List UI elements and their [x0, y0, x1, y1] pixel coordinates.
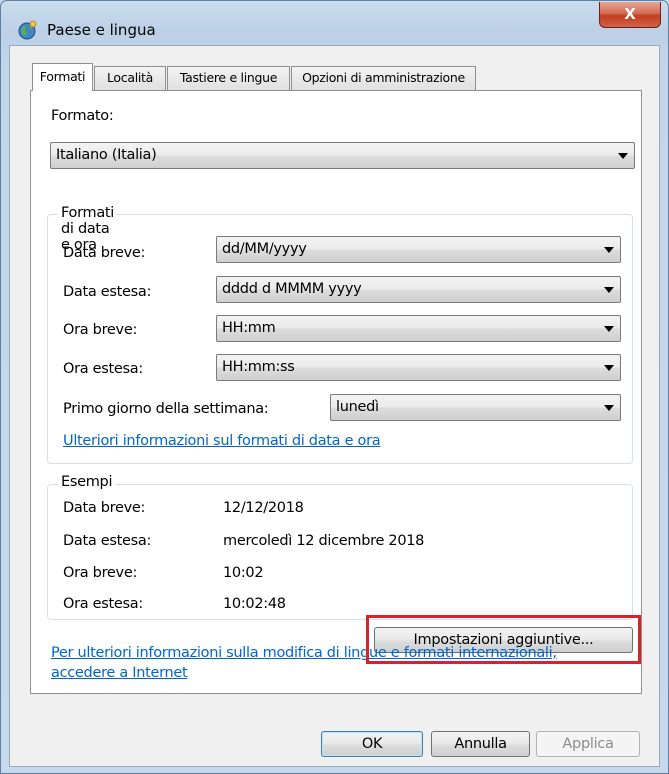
chevron-down-icon: [604, 247, 614, 253]
globe-icon: [18, 20, 37, 40]
example-long-date-value: mercoledì 12 dicembre 2018: [223, 533, 425, 549]
example-short-date-label: Data breve:: [63, 500, 146, 516]
chevron-down-icon: [604, 326, 614, 332]
title-bar[interactable]: Paese e lingua X: [1, 1, 668, 45]
examples-group-title: Esempi: [58, 474, 116, 490]
long-time-label: Ora estesa:: [63, 361, 143, 377]
apply-button[interactable]: Applica: [536, 731, 640, 757]
format-label: Formato:: [51, 108, 114, 124]
window-title: Paese e lingua: [47, 21, 156, 39]
short-time-dropdown[interactable]: HH:mm: [216, 315, 621, 342]
datetime-info-link[interactable]: Ulteriori informazioni sul formati di da…: [63, 433, 381, 449]
format-dropdown[interactable]: Italiano (Italia): [50, 142, 635, 169]
internet-info-link-line2[interactable]: accedere a Internet: [51, 665, 188, 681]
short-date-label: Data breve:: [63, 245, 146, 261]
format-value: Italiano (Italia): [56, 147, 157, 163]
chevron-down-icon: [604, 365, 614, 371]
example-long-date-label: Data estesa:: [63, 533, 152, 549]
tab-formati[interactable]: Formati: [32, 63, 93, 91]
tab-localita[interactable]: Località: [94, 66, 166, 90]
tab-opzioni-di-amministrazione[interactable]: Opzioni di amministrazione: [291, 66, 476, 90]
short-date-value: dd/MM/yyyy: [222, 241, 307, 257]
example-short-time-label: Ora breve:: [63, 565, 138, 581]
long-time-value: HH:mm:ss: [222, 359, 295, 375]
highlight-box: [366, 615, 641, 664]
ok-button[interactable]: OK: [321, 731, 423, 757]
example-long-time-value: 10:02:48: [223, 596, 286, 612]
chevron-down-icon: [604, 405, 614, 411]
short-time-label: Ora breve:: [63, 322, 138, 338]
long-date-dropdown[interactable]: dddd d MMMM yyyy: [216, 276, 621, 303]
example-short-date-value: 12/12/2018: [223, 500, 304, 516]
short-date-dropdown[interactable]: dd/MM/yyyy: [216, 236, 621, 263]
close-button[interactable]: X: [599, 2, 661, 28]
long-date-label: Data estesa:: [63, 284, 152, 300]
example-long-time-label: Ora estesa:: [63, 596, 143, 612]
cancel-button[interactable]: Annulla: [431, 731, 530, 757]
short-time-value: HH:mm: [222, 320, 276, 336]
first-day-label: Primo giorno della settimana:: [63, 401, 269, 417]
chevron-down-icon: [618, 153, 628, 159]
example-short-time-value: 10:02: [223, 565, 264, 581]
long-time-dropdown[interactable]: HH:mm:ss: [216, 354, 621, 381]
first-day-value: lunedì: [336, 399, 379, 415]
chevron-down-icon: [604, 287, 614, 293]
long-date-value: dddd d MMMM yyyy: [222, 281, 362, 297]
tab-tastiere-e-lingue[interactable]: Tastiere e lingue: [167, 66, 290, 90]
first-day-dropdown[interactable]: lunedì: [330, 394, 621, 421]
